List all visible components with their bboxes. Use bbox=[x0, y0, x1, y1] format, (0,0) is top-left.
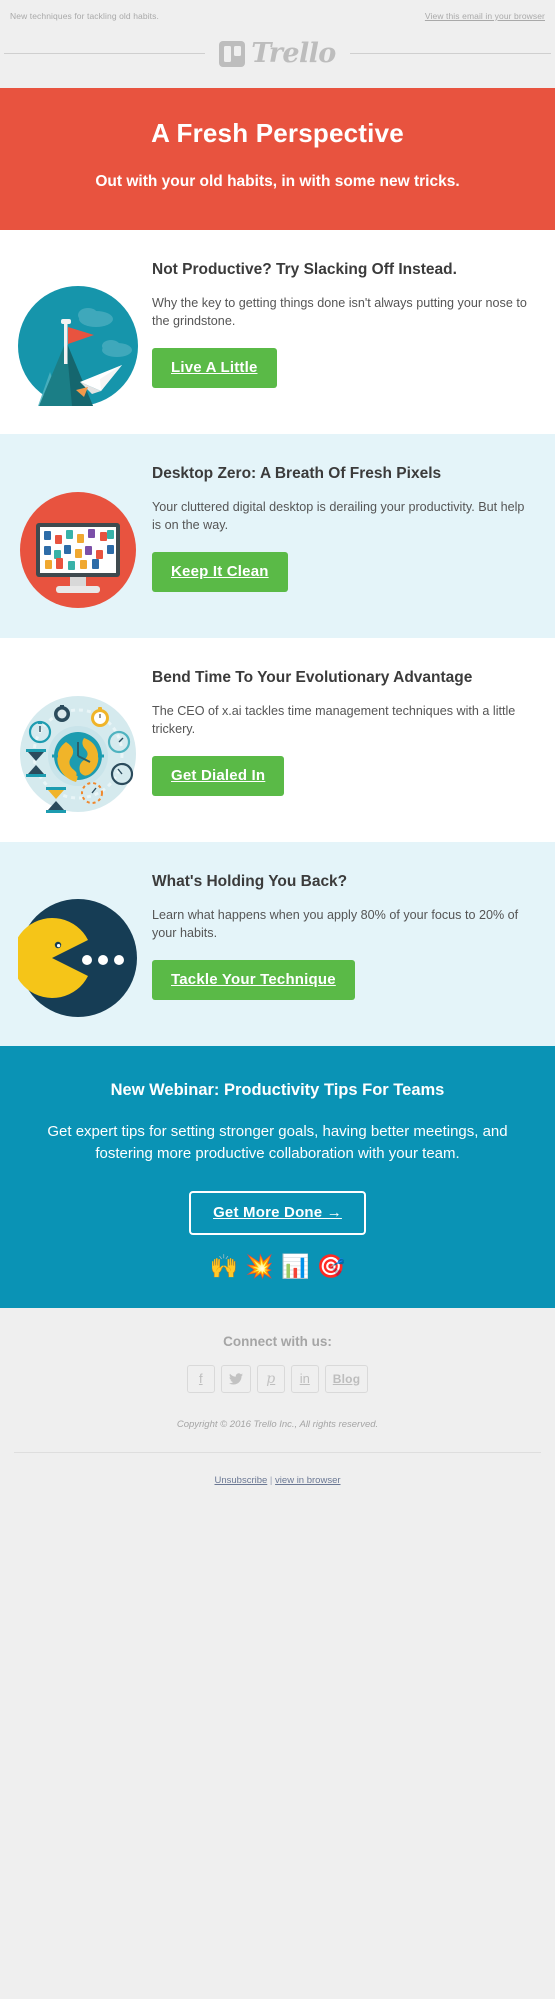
webinar-body: Get expert tips for setting stronger goa… bbox=[47, 1123, 508, 1162]
unsubscribe-link[interactable]: Unsubscribe bbox=[214, 1475, 267, 1486]
link-separator: | bbox=[267, 1474, 276, 1486]
hero-banner: A Fresh Perspective Out with your old ha… bbox=[0, 88, 555, 230]
raised-hands-icon: 🙌 bbox=[209, 1252, 239, 1279]
article-row: What's Holding You Back? Learn what happ… bbox=[0, 841, 555, 1046]
footer: Connect with us: f p in Blog Copyright ©… bbox=[0, 1307, 555, 1452]
rule-right bbox=[349, 53, 551, 54]
view-in-browser-bottom-link[interactable]: view in browser bbox=[275, 1475, 340, 1486]
get-more-done-button[interactable]: Get More Done → bbox=[189, 1190, 366, 1235]
article-row: Desktop Zero: A Breath Of Fresh Pixels Y… bbox=[0, 433, 555, 638]
article-description: Why the key to getting things done isn't… bbox=[152, 295, 527, 329]
article-cta-button[interactable]: Keep It Clean bbox=[152, 552, 288, 593]
article-description: Learn what happens when you apply 80% of… bbox=[152, 907, 519, 941]
bottom-links: Unsubscribe | view in browser bbox=[0, 1452, 555, 1520]
mountain-flag-paper-plane-icon bbox=[18, 285, 138, 406]
article-content: Not Productive? Try Slacking Off Instead… bbox=[152, 258, 533, 389]
webinar-section: New Webinar: Productivity Tips For Teams… bbox=[0, 1045, 555, 1308]
logo-band: Trello bbox=[0, 21, 555, 88]
pinterest-icon[interactable]: p bbox=[256, 1364, 285, 1393]
copyright-text: Copyright © 2016 Trello Inc., All rights… bbox=[176, 1418, 379, 1430]
rule-left bbox=[4, 53, 206, 54]
logo-wordmark: Trello bbox=[251, 38, 336, 69]
view-in-browser-link[interactable]: View this email in your browser bbox=[425, 11, 545, 21]
webinar-title: New Webinar: Productivity Tips For Teams bbox=[110, 1080, 445, 1099]
facebook-icon[interactable]: f bbox=[186, 1364, 215, 1393]
trello-logo[interactable]: Trello bbox=[219, 38, 336, 69]
article-content: Desktop Zero: A Breath Of Fresh Pixels Y… bbox=[152, 462, 533, 593]
twitter-icon[interactable] bbox=[220, 1364, 251, 1393]
article-title: Not Productive? Try Slacking Off Instead… bbox=[152, 260, 457, 278]
article-row: Bend Time To Your Evolutionary Advantage… bbox=[0, 637, 555, 842]
hero-subhead: Out with your old habits, in with some n… bbox=[95, 173, 460, 191]
connect-label: Connect with us: bbox=[223, 1333, 332, 1349]
pacman-icon bbox=[18, 898, 138, 1018]
article-cta-button[interactable]: Get Dialed In bbox=[152, 756, 285, 797]
collision-icon: 💥 bbox=[245, 1252, 274, 1279]
blog-link[interactable]: Blog bbox=[324, 1364, 369, 1393]
emoji-row: 🙌 💥 📊 🎯 bbox=[26, 1252, 529, 1279]
globe-clocks-icon bbox=[18, 694, 138, 814]
linkedin-icon[interactable]: in bbox=[290, 1364, 319, 1393]
twitter-bird-icon bbox=[228, 1372, 243, 1385]
article-cta-button[interactable]: Live A Little bbox=[152, 348, 277, 389]
article-content: What's Holding You Back? Learn what happ… bbox=[152, 870, 533, 1001]
trello-board-icon bbox=[219, 40, 246, 67]
hero-headline: A Fresh Perspective bbox=[151, 118, 404, 148]
article-description: Your cluttered digital desktop is derail… bbox=[152, 499, 525, 533]
preheader-text: New techniques for tackling old habits. bbox=[10, 11, 159, 21]
article-title: Desktop Zero: A Breath Of Fresh Pixels bbox=[152, 464, 442, 482]
article-row: Not Productive? Try Slacking Off Instead… bbox=[0, 229, 555, 434]
article-description: The CEO of x.ai tackles time management … bbox=[152, 703, 516, 737]
cluttered-monitor-icon bbox=[18, 490, 138, 610]
article-cta-button[interactable]: Tackle Your Technique bbox=[152, 960, 355, 1001]
article-title: What's Holding You Back? bbox=[152, 872, 348, 890]
target-icon: 🎯 bbox=[316, 1252, 346, 1279]
preheader: New techniques for tackling old habits. … bbox=[0, 0, 555, 21]
article-content: Bend Time To Your Evolutionary Advantage… bbox=[152, 666, 533, 797]
email-body: New techniques for tackling old habits. … bbox=[0, 0, 555, 1520]
bar-chart-icon: 📊 bbox=[281, 1252, 310, 1279]
social-links: f p in Blog bbox=[20, 1364, 535, 1393]
article-title: Bend Time To Your Evolutionary Advantage bbox=[152, 668, 473, 686]
